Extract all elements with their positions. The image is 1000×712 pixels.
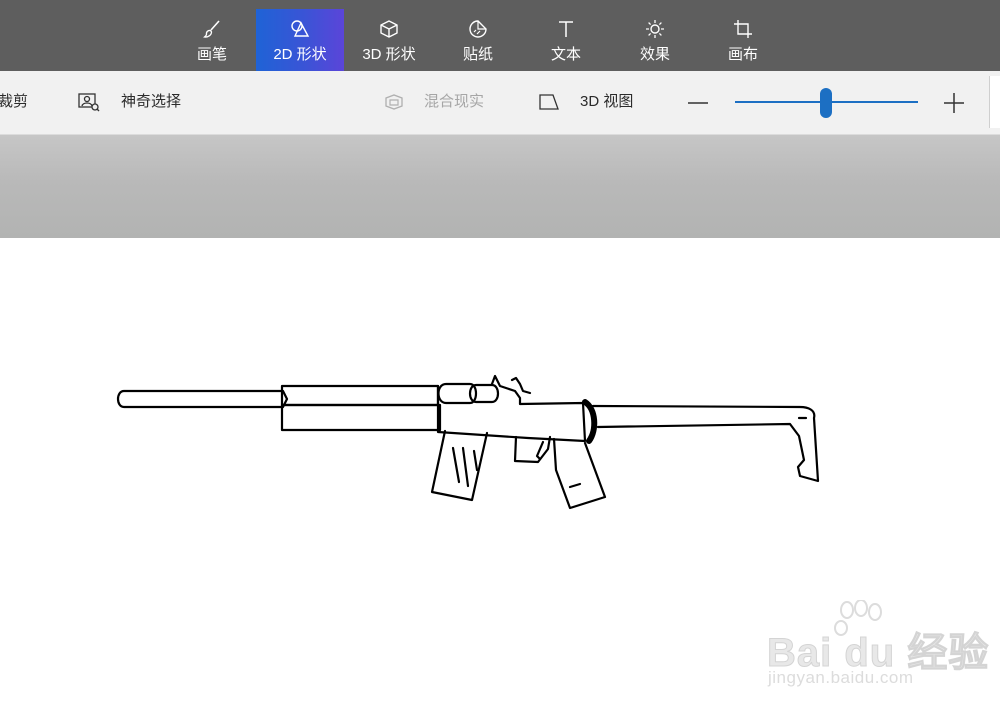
tool-options-bar: 裁剪 神奇选择 混合现实 3D 视图 [0,71,1000,135]
sun-icon [646,20,664,38]
brush-icon [203,20,220,38]
tab-stickers[interactable]: 贴纸 [434,9,522,71]
crop-button[interactable]: 裁剪 [0,71,60,134]
magic-select-icon [78,93,100,112]
main-toolbar: 画笔 2D 形状 3D 形状 贴纸 文本 效果 画布 [0,0,1000,71]
tab-stickers-label: 贴纸 [462,46,493,63]
zoom-in-icon[interactable] [942,91,966,115]
view-3d-button[interactable]: 3D 视图 [536,71,646,134]
tab-3d-shapes[interactable]: 3D 形状 [345,9,433,71]
cube-icon [380,20,398,38]
zoom-out-icon[interactable] [686,91,710,115]
tab-effects-label: 效果 [639,46,670,63]
tab-brushes-label: 画笔 [196,46,227,63]
magic-select-button[interactable]: 神奇选择 [76,71,196,134]
watermark-url: jingyan.baidu.com [768,668,914,687]
tab-canvas[interactable]: 画布 [699,9,787,71]
sticker-icon [469,20,487,38]
tab-3d-shapes-label: 3D 形状 [362,46,416,63]
tab-2d-shapes[interactable]: 2D 形状 [256,9,344,71]
side-panel-edge[interactable] [989,76,1000,128]
shapes-2d-icon [291,20,310,37]
magic-select-label: 神奇选择 [121,93,182,110]
tab-canvas-label: 画布 [727,46,758,63]
tab-brushes[interactable]: 画笔 [168,9,256,71]
mixed-reality-icon [385,94,403,110]
crop-label: 裁剪 [0,93,29,110]
canvas-crop-icon [734,20,752,38]
zoom-slider-thumb[interactable] [820,88,832,118]
workspace-background [0,135,1000,238]
view-3d-icon [539,94,559,110]
text-icon [559,21,573,37]
tab-2d-shapes-label: 2D 形状 [273,46,327,63]
tab-text[interactable]: 文本 [522,9,610,71]
mixed-reality-button[interactable]: 混合现实 [380,71,495,134]
tab-effects[interactable]: 效果 [611,9,699,71]
view-3d-label: 3D 视图 [580,93,634,110]
mixed-reality-label: 混合现实 [424,93,485,110]
tab-text-label: 文本 [550,46,581,63]
